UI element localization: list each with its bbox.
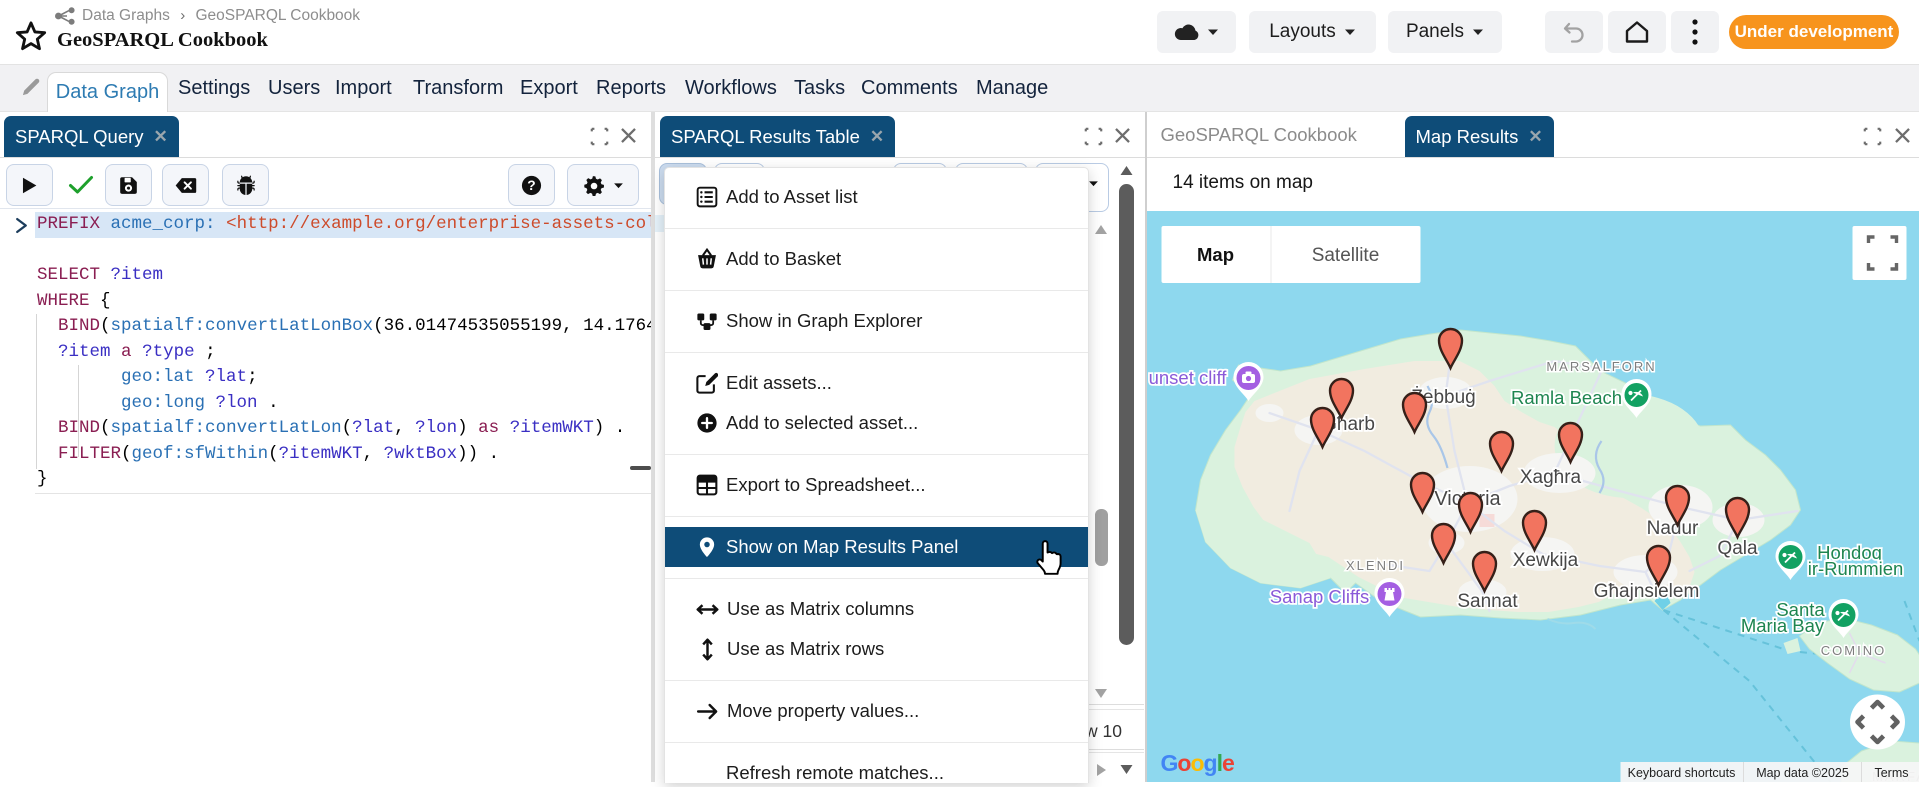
svg-text:Maria Bay: Maria Bay bbox=[1740, 615, 1824, 636]
svg-text:Terms: Terms bbox=[1874, 766, 1908, 780]
svg-text:Għajnsielem: Għajnsielem bbox=[1593, 581, 1699, 602]
svg-text:Ramla Beach: Ramla Beach bbox=[1510, 387, 1621, 408]
svg-text:XLENDI: XLENDI bbox=[1346, 558, 1405, 573]
svg-text:Sannat: Sannat bbox=[1457, 591, 1518, 612]
svg-text:Xewkija: Xewkija bbox=[1512, 550, 1578, 571]
svg-text:Nadur: Nadur bbox=[1646, 518, 1698, 539]
svg-text:COMINO: COMINO bbox=[1820, 643, 1885, 658]
svg-text:unset cliff: unset cliff bbox=[1148, 367, 1227, 388]
svg-text:Sanap Cliffs: Sanap Cliffs bbox=[1269, 586, 1368, 607]
svg-text:Qala: Qala bbox=[1717, 538, 1758, 559]
svg-text:Google: Google bbox=[1160, 750, 1233, 776]
svg-text:Map data ©2025: Map data ©2025 bbox=[1756, 766, 1849, 780]
svg-text:Xagħra: Xagħra bbox=[1519, 467, 1581, 488]
svg-text:?: ? bbox=[527, 178, 535, 193]
svg-text:MARSALFORN: MARSALFORN bbox=[1546, 359, 1656, 374]
svg-text:Satellite: Satellite bbox=[1311, 245, 1379, 266]
svg-text:ir-Rummien: ir-Rummien bbox=[1807, 558, 1903, 579]
svg-text:Map: Map bbox=[1197, 244, 1234, 265]
svg-text:Keyboard shortcuts: Keyboard shortcuts bbox=[1627, 766, 1735, 780]
